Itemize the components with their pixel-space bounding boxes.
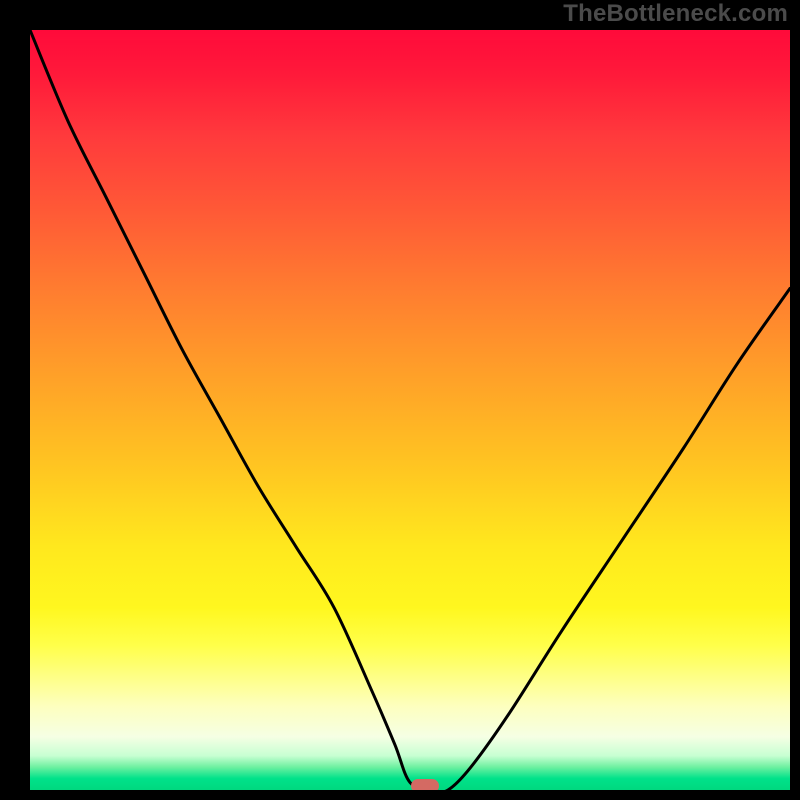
watermark-text: TheBottleneck.com	[563, 0, 788, 28]
bottleneck-curve	[30, 30, 790, 790]
chart-stage: TheBottleneck.com	[0, 0, 800, 800]
optimum-marker	[411, 779, 439, 790]
plot-area	[30, 30, 790, 790]
